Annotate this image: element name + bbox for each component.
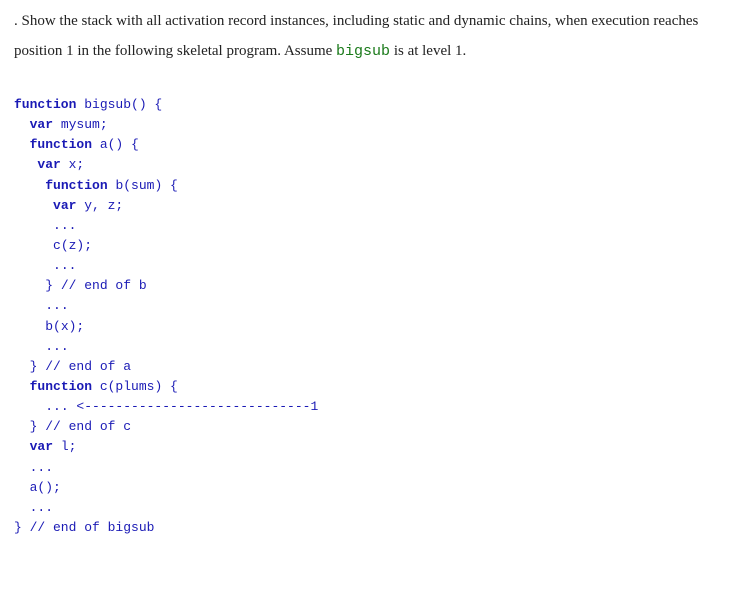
kw-var: var	[30, 117, 53, 132]
code-line: ...	[30, 460, 53, 475]
code-line: c(z);	[53, 238, 92, 253]
kw-function: function	[30, 137, 92, 152]
kw-var: var	[53, 198, 76, 213]
kw-function: function	[14, 97, 76, 112]
code-line: } // end of bigsub	[14, 520, 154, 535]
code-line: bigsub() {	[76, 97, 162, 112]
code-line: ...	[53, 258, 76, 273]
question-prompt: . Show the stack with all activation rec…	[2, 6, 740, 67]
code-line: b(sum) {	[108, 178, 178, 193]
code-line: ...	[53, 218, 76, 233]
prompt-text-after: is at level 1.	[390, 43, 466, 59]
inline-code-bigsub: bigsub	[336, 43, 390, 60]
kw-function: function	[45, 178, 107, 193]
code-line: ...	[45, 298, 68, 313]
kw-var: var	[37, 157, 60, 172]
code-listing: function bigsub() { var mysum; function …	[2, 67, 740, 538]
code-line-marker-1: ... <-----------------------------1	[45, 399, 318, 414]
kw-function: function	[30, 379, 92, 394]
kw-var: var	[30, 439, 53, 454]
code-line: c(plums) {	[92, 379, 178, 394]
page-root: . Show the stack with all activation rec…	[0, 0, 748, 546]
code-line: ...	[30, 500, 53, 515]
code-line: } // end of b	[45, 278, 146, 293]
code-line: a();	[30, 480, 61, 495]
code-line: } // end of c	[30, 419, 131, 434]
code-line: y, z;	[76, 198, 123, 213]
code-line: b(x);	[45, 319, 84, 334]
code-line: } // end of a	[30, 359, 131, 374]
code-line: ...	[45, 339, 68, 354]
lead-dot: .	[14, 13, 22, 29]
code-line: x;	[61, 157, 84, 172]
code-line: mysum;	[53, 117, 108, 132]
code-line: l;	[53, 439, 76, 454]
code-line: a() {	[92, 137, 139, 152]
